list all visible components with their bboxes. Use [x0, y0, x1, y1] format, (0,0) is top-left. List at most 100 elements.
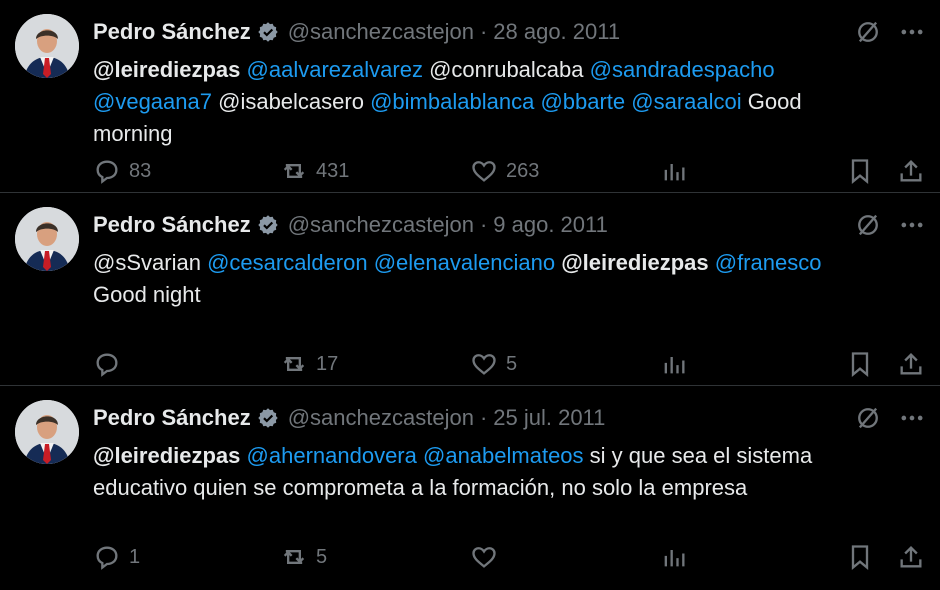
author-handle[interactable]: @sanchezcastejon	[288, 212, 474, 238]
mention-link[interactable]: @franesco	[715, 250, 822, 275]
mention-link[interactable]: @aalvarezalvarez	[247, 57, 423, 82]
mention-link[interactable]: @isabelcasero	[218, 89, 364, 114]
mention-link[interactable]: @ahernandovera	[247, 443, 417, 468]
retweet-button[interactable]: 431	[280, 154, 349, 188]
reply-icon	[96, 546, 118, 570]
tweet[interactable]: Pedro Sánchez @sanchezcastejon · 25 jul.…	[0, 386, 940, 579]
views-icon	[664, 357, 685, 374]
avatar[interactable]	[15, 400, 79, 464]
mention-link[interactable]: @anabelmateos	[423, 443, 584, 468]
mention-link[interactable]: @cesarcalderon	[207, 250, 368, 275]
reply-icon	[96, 353, 118, 377]
grok-icon[interactable]	[854, 404, 882, 432]
mention-link[interactable]: @leirediezpas	[93, 57, 240, 82]
author-name[interactable]: Pedro Sánchez	[93, 19, 251, 45]
share-button[interactable]	[897, 154, 925, 188]
retweet-icon	[283, 357, 305, 371]
grok-icon[interactable]	[854, 211, 882, 239]
tweet-text-line: @leirediezpas @ahernandovera @anabelmate…	[93, 440, 913, 472]
reply-count: 83	[129, 159, 152, 182]
views-button[interactable]	[660, 540, 688, 574]
reply-icon	[96, 160, 118, 184]
tweet[interactable]: Pedro Sánchez @sanchezcastejon · 9 ago. …	[0, 193, 940, 386]
tweet-date[interactable]: 9 ago. 2011	[493, 212, 608, 238]
mention-link[interactable]: @saraalcoi	[631, 89, 741, 114]
more-icon[interactable]	[898, 18, 926, 46]
avatar-portrait-icon	[15, 207, 79, 271]
retweet-icon	[283, 550, 305, 564]
bookmark-icon	[851, 545, 869, 570]
verified-badge-icon	[258, 22, 278, 42]
tweet-text-fragment: Good	[747, 89, 802, 114]
like-button[interactable]: 263	[470, 154, 539, 188]
like-count: 5	[506, 352, 518, 375]
tweet-text-line: @leirediezpas @aalvarezalvarez @conrubal…	[93, 54, 913, 86]
reply-count: 1	[129, 545, 141, 568]
share-icon	[900, 546, 922, 568]
retweet-button[interactable]: 17	[280, 347, 338, 381]
mention-link[interactable]: @conrubalcaba	[429, 57, 583, 82]
retweet-count: 5	[316, 545, 328, 568]
mention-link[interactable]: @sSvarian	[93, 250, 201, 275]
bookmark-button[interactable]	[846, 347, 874, 381]
tweet-text-line: @vegaana7 @isabelcasero @bimbalablanca @…	[93, 86, 913, 118]
bookmark-button[interactable]	[846, 154, 874, 188]
avatar[interactable]	[15, 14, 79, 78]
reply-button[interactable]: 1	[93, 540, 140, 574]
verified-badge-icon	[258, 408, 278, 428]
tweet-text-line: educativo quien se comprometa a la forma…	[93, 472, 913, 504]
tweet-text-fragment: si y que sea el sistema	[589, 443, 813, 468]
avatar-portrait-icon	[15, 14, 79, 78]
retweet-icon	[283, 164, 305, 178]
separator-dot: ·	[479, 212, 488, 237]
separator-dot: ·	[479, 19, 488, 44]
mention-link[interactable]: @leirediezpas	[93, 443, 240, 468]
mention-link[interactable]: @leirediezpas	[561, 250, 708, 275]
mention-link[interactable]: @sandradespacho	[590, 57, 775, 82]
views-icon	[664, 164, 685, 181]
more-icon[interactable]	[898, 404, 926, 432]
reply-button[interactable]: 83	[93, 154, 151, 188]
bookmark-icon	[851, 159, 869, 184]
tweet-text-fragment: educativo quien se comprometa a la forma…	[93, 475, 748, 500]
share-button[interactable]	[897, 347, 925, 381]
tweet-text-line: @sSvarian @cesarcalderon @elenavalencian…	[93, 247, 913, 279]
more-icon[interactable]	[898, 211, 926, 239]
tweet-text: @sSvarian @cesarcalderon @elenavalencian…	[93, 247, 913, 311]
heart-icon	[472, 547, 496, 568]
tweet-date[interactable]: 25 jul. 2011	[493, 405, 605, 431]
reply-button[interactable]	[93, 347, 129, 381]
verified-badge-icon	[258, 215, 278, 235]
tweet-text-fragment: morning	[93, 121, 173, 146]
bookmark-button[interactable]	[846, 540, 874, 574]
author-name[interactable]: Pedro Sánchez	[93, 405, 251, 431]
author-handle[interactable]: @sanchezcastejon	[288, 19, 474, 45]
views-button[interactable]	[660, 154, 688, 188]
tweet[interactable]: Pedro Sánchez @sanchezcastejon · 28 ago.…	[0, 0, 940, 193]
like-button[interactable]: 5	[470, 347, 517, 381]
mention-link[interactable]: @elenavalenciano	[374, 250, 555, 275]
share-button[interactable]	[897, 540, 925, 574]
avatar[interactable]	[15, 207, 79, 271]
mention-link[interactable]: @bbarte	[540, 89, 625, 114]
views-button[interactable]	[660, 347, 688, 381]
retweet-count: 431	[316, 159, 350, 182]
retweet-button[interactable]: 5	[280, 540, 327, 574]
author-handle[interactable]: @sanchezcastejon	[288, 405, 474, 431]
mention-link[interactable]: @bimbalablanca	[370, 89, 534, 114]
views-icon	[664, 550, 685, 567]
like-button[interactable]	[470, 540, 506, 574]
retweet-count: 17	[316, 352, 339, 375]
tweet-text: @leirediezpas @aalvarezalvarez @conrubal…	[93, 54, 913, 150]
grok-icon[interactable]	[854, 18, 882, 46]
author-name[interactable]: Pedro Sánchez	[93, 212, 251, 238]
avatar-portrait-icon	[15, 400, 79, 464]
tweet-text-line: morning	[93, 118, 913, 150]
mention-link[interactable]: @vegaana7	[93, 89, 212, 114]
tweet-date[interactable]: 28 ago. 2011	[493, 19, 620, 45]
bookmark-icon	[851, 352, 869, 377]
tweet-text: @leirediezpas @ahernandovera @anabelmate…	[93, 440, 913, 504]
separator-dot: ·	[479, 405, 488, 430]
share-icon	[900, 353, 922, 375]
share-icon	[900, 160, 922, 182]
